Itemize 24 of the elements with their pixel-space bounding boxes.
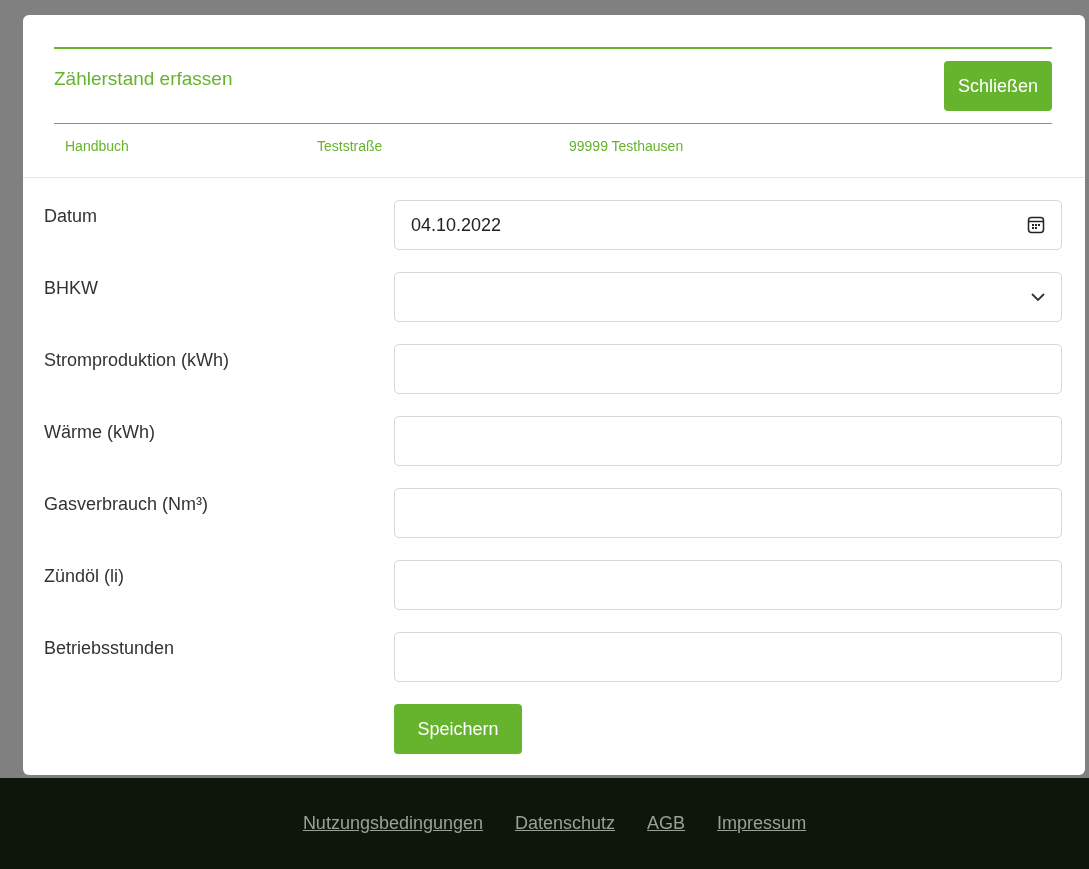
select-field[interactable] xyxy=(394,272,1062,322)
info-text: Teststraße xyxy=(317,138,384,154)
field-label: Betriebsstunden xyxy=(44,637,176,659)
chevron-down-icon xyxy=(1031,293,1045,301)
dialog-title: Zählerstand erfassen xyxy=(54,68,233,90)
field-label: Wärme (kWh) xyxy=(44,421,156,443)
calendar-icon xyxy=(1027,216,1045,234)
footer-link[interactable]: Datenschutz xyxy=(515,813,616,834)
field-label: Gasverbrauch (Nm³) xyxy=(44,493,210,515)
info-text: Handbuch xyxy=(65,138,130,154)
input-field[interactable] xyxy=(394,632,1062,682)
input-field[interactable] xyxy=(394,344,1062,394)
input-field[interactable] xyxy=(394,488,1062,538)
input-field[interactable] xyxy=(394,416,1062,466)
footer-link[interactable]: Nutzungsbedingungen xyxy=(302,813,484,834)
field-label: BHKW xyxy=(44,277,99,299)
footer-link[interactable]: AGB xyxy=(647,813,686,834)
date-field[interactable]: 04.10.2022 xyxy=(394,200,1062,250)
footer-link[interactable]: Impressum xyxy=(717,813,807,834)
field-label: Zündöl (li) xyxy=(44,565,126,587)
field-label: Stromproduktion (kWh) xyxy=(44,349,231,371)
info-text: 99999 Testhausen xyxy=(569,138,685,154)
input-field[interactable] xyxy=(394,560,1062,610)
field-label: Datum xyxy=(44,205,98,227)
